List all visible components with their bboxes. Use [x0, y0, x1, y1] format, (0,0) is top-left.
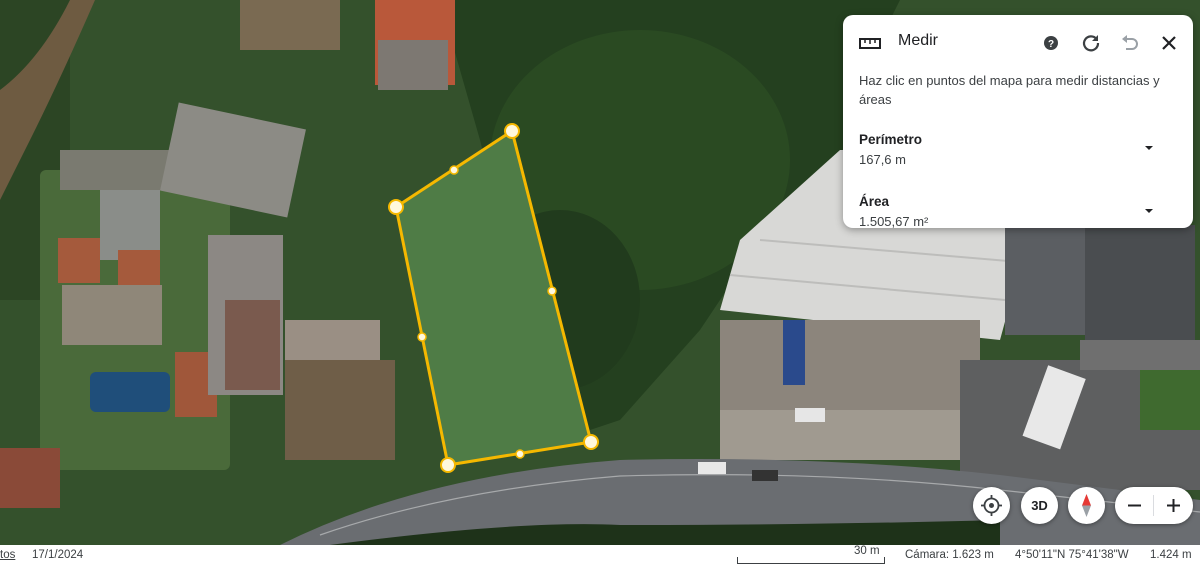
toggle-3d-button[interactable]: 3D: [1021, 487, 1058, 524]
scale-bar[interactable]: [737, 557, 885, 564]
compass-icon: [1082, 494, 1091, 517]
measure-panel-title: Medir: [898, 32, 939, 49]
zoom-controls: [1115, 487, 1193, 524]
camera-altitude: Cámara: 1.623 m: [905, 549, 994, 561]
imagery-date: 17/1/2024: [32, 549, 84, 561]
measure-panel: Medir ? Haz clic en puntos del mapa para…: [843, 15, 1193, 228]
measure-instructions: Haz clic en puntos del mapa para medir d…: [859, 73, 1160, 107]
my-location-button[interactable]: [973, 487, 1010, 524]
measure-midpoint: [547, 286, 557, 296]
measure-vertex: [583, 434, 599, 450]
zoom-out-icon: [1128, 504, 1141, 507]
measure-midpoint: [417, 332, 427, 342]
svg-text:?: ?: [1048, 39, 1054, 50]
measure-vertex: [388, 199, 404, 215]
area-value: 1.505,67 m²: [859, 214, 929, 228]
scale-label: 30 m: [854, 545, 880, 557]
my-location-icon: [981, 495, 1002, 516]
compass-button[interactable]: [1068, 487, 1105, 524]
measure-midpoint: [515, 449, 525, 459]
zoom-out-button[interactable]: [1115, 487, 1154, 524]
status-bar: tos 17/1/2024 30 m Cámara: 1.623 m 4°50'…: [0, 545, 1200, 568]
coordinates: 4°50'11"N 75°41'38"W: [1015, 549, 1129, 561]
perimeter-label: Perímetro: [859, 132, 923, 147]
measure-panel-header: Medir ?: [843, 15, 1193, 71]
measure-vertex: [504, 123, 520, 139]
data-attribution-link[interactable]: tos: [0, 549, 15, 561]
area-chevron-down-icon[interactable]: [1140, 202, 1158, 220]
help-icon[interactable]: ?: [1039, 31, 1063, 55]
elevation: 1.424 m: [1150, 549, 1192, 561]
perimeter-chevron-down-icon[interactable]: [1140, 139, 1158, 157]
undo-icon[interactable]: [1118, 31, 1142, 55]
area-label: Área: [859, 194, 890, 209]
measure-vertex: [440, 457, 456, 473]
measure-midpoint: [449, 165, 459, 175]
refresh-icon[interactable]: [1079, 31, 1103, 55]
zoom-in-button[interactable]: [1154, 487, 1193, 524]
close-icon[interactable]: [1157, 31, 1181, 55]
zoom-in-icon: [1167, 499, 1180, 512]
ruler-icon: [859, 38, 881, 49]
perimeter-value: 167,6 m: [859, 152, 906, 167]
